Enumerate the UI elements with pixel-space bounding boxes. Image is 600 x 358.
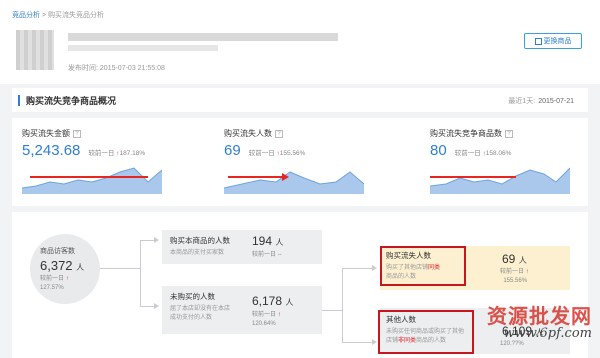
breadcrumb: 竞品分析 > 购买流失竞品分析	[12, 10, 104, 20]
product-thumbnail	[16, 30, 54, 70]
metric-value: 69	[224, 142, 241, 159]
visitor-title: 商品访客数	[40, 248, 75, 255]
help-icon[interactable]: ?	[73, 129, 81, 138]
section-header: 购买流失竞争商品概况 最近1天: 2015-07-21	[12, 88, 588, 112]
connector-line	[100, 268, 140, 269]
annotation-red-line	[30, 176, 148, 178]
watermark-url: www.6pf.com	[503, 326, 592, 341]
change-product-label: 更换商品	[543, 38, 572, 45]
arrow-right-icon	[154, 303, 159, 309]
bought-desc: 本商品的支付买家数	[170, 250, 225, 256]
page: 竞品分析 > 购买流失竞品分析 发布时间: 2015-07-03 21:55:0…	[0, 0, 600, 358]
publish-time: 发布时间: 2015-07-03 21:55:08	[68, 63, 165, 73]
metrics-panel: 购买流失金额? 5,243.68 较前一日 ↑187.18% 购买流失人数? 6…	[12, 118, 588, 206]
other-compare: 120.??%	[500, 341, 524, 347]
arrow-right-icon	[154, 237, 159, 243]
annotation-red-arrow	[228, 176, 284, 178]
swap-icon	[534, 37, 542, 45]
red-arrowhead-icon	[282, 173, 289, 181]
highlight-box	[378, 310, 474, 354]
help-icon[interactable]: ?	[505, 129, 513, 138]
connector-line	[342, 342, 372, 343]
breadcrumb-separator: >	[40, 12, 48, 19]
connector-line	[140, 306, 154, 307]
lost-value: 69 人	[502, 252, 527, 266]
product-name-redacted	[68, 33, 338, 41]
highlight-box	[380, 246, 466, 286]
bought-title: 购买本商品的人数	[170, 236, 230, 245]
not-bought-value: 6,178 人	[252, 294, 294, 308]
publish-value: 2015-07-03 21:55:08	[99, 65, 165, 72]
section-title: 购买流失竞争商品概况	[26, 96, 117, 106]
lost-compare: 较前一日 ↑ 155.56%	[500, 269, 529, 284]
change-product-button[interactable]: 更换商品	[524, 33, 582, 49]
watermark-logo: 资源批发网	[487, 304, 592, 328]
update-info: 最近1天: 2015-07-21	[508, 96, 574, 106]
visitor-value: 6,372 人	[40, 258, 85, 273]
visitor-compare: 较前一日 ↑ 127.57%	[40, 276, 69, 291]
connector-line	[140, 240, 141, 306]
update-date: 2015-07-21	[538, 98, 574, 105]
product-header: 竞品分析 > 购买流失竞品分析 发布时间: 2015-07-03 21:55:0…	[0, 0, 600, 84]
arrow-right-icon	[372, 265, 377, 271]
connector-line	[342, 268, 343, 342]
update-label: 最近1天:	[508, 98, 536, 105]
metric-label: 购买流失竞争商品数	[430, 129, 502, 138]
not-bought-box: 未购买的人数 屈了本店却没有在本店 成功支付的人数 6,178 人 较前一日 ↑ 1…	[162, 286, 322, 334]
connector-line	[140, 240, 154, 241]
metric-lost-amount[interactable]: 购买流失金额? 5,243.68 较前一日 ↑187.18%	[22, 128, 182, 200]
publish-label: 发布时间:	[68, 65, 98, 72]
up-arrow-icon: ↑	[65, 276, 69, 282]
metric-compare: 较前一日 ↑187.18%	[88, 150, 146, 157]
arrow-right-icon	[372, 339, 377, 345]
metric-compare: 较前一日 ↑158.06%	[454, 150, 512, 157]
product-subtitle-redacted	[68, 45, 218, 51]
help-icon[interactable]: ?	[275, 129, 283, 138]
metric-compare: 较前一日 ↑155.56%	[248, 150, 306, 157]
visitor-circle: 商品访客数 6,372 人 较前一日 ↑ 127.57%	[30, 234, 100, 304]
annotation-red-line	[430, 176, 516, 178]
metric-label: 购买流失金额	[22, 129, 70, 138]
metric-lost-people[interactable]: 购买流失人数? 69 较前一日 ↑155.56%	[224, 128, 384, 200]
breadcrumb-current: 购买流失竞品分析	[47, 12, 104, 19]
not-bought-compare: 较前一日 ↑ 120.64%	[252, 312, 281, 327]
flow-diagram: 商品访客数 6,372 人 较前一日 ↑ 127.57% 购买本商品的人数 本商品…	[12, 212, 588, 358]
breadcrumb-root-link[interactable]: 竞品分析	[12, 12, 40, 19]
metric-value: 5,243.68	[22, 142, 81, 159]
section-accent-bar	[18, 95, 20, 106]
metric-value: 80	[430, 142, 447, 159]
connector-line	[342, 268, 372, 269]
bought-value: 194 人	[252, 234, 284, 248]
connector-line	[322, 310, 342, 311]
metric-lost-competitors[interactable]: 购买流失竞争商品数? 80 较前一日 ↑158.06%	[430, 128, 590, 200]
bought-box: 购买本商品的人数 本商品的支付买家数 194 人 较前一日 --	[162, 230, 322, 264]
metric-label: 购买流失人数	[224, 129, 272, 138]
bought-compare: 较前一日 --	[252, 252, 282, 258]
